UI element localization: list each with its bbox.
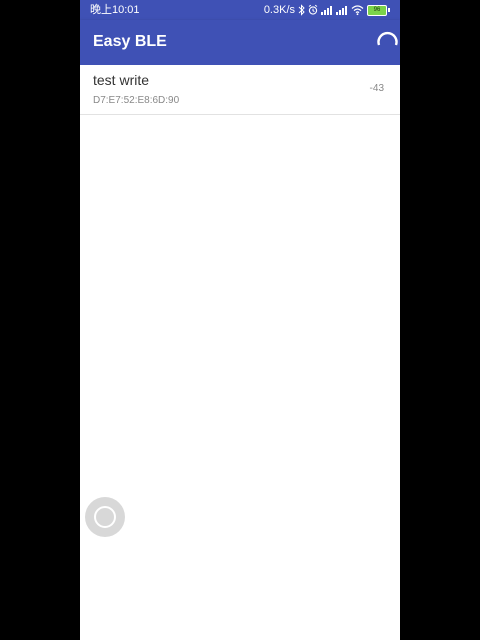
bluetooth-icon [298,0,305,20]
status-bar: 晚上10:01 0.3K/s 96 [80,0,400,20]
wifi-icon [351,0,364,20]
device-row[interactable]: test write D7:E7:52:E8:6D:90 -43 [80,65,400,115]
signal-icon [336,0,348,20]
alarm-icon [308,0,318,20]
assistive-touch-icon [94,506,116,528]
device-rssi: -43 [369,83,384,94]
status-icons: 0.3K/s 96 [264,0,390,20]
battery-tip [388,8,390,12]
signal-icon [321,0,333,20]
device-address: D7:E7:52:E8:6D:90 [93,95,180,106]
battery-icon: 96 [367,4,390,16]
assistive-touch-button[interactable] [85,497,125,537]
device-name: test write [93,72,150,88]
network-speed: 0.3K/s [263,4,295,16]
phone-screen: 晚上10:01 0.3K/s 96 Easy BLE test write D7… [80,0,400,640]
app-title: Easy BLE [93,33,167,50]
battery-level: 96 [367,4,387,16]
status-time: 晚上10:01 [90,4,140,16]
loading-spinner-icon[interactable] [375,30,399,54]
app-bar: Easy BLE [80,20,400,65]
device-list: test write D7:E7:52:E8:6D:90 -43 [80,65,400,115]
